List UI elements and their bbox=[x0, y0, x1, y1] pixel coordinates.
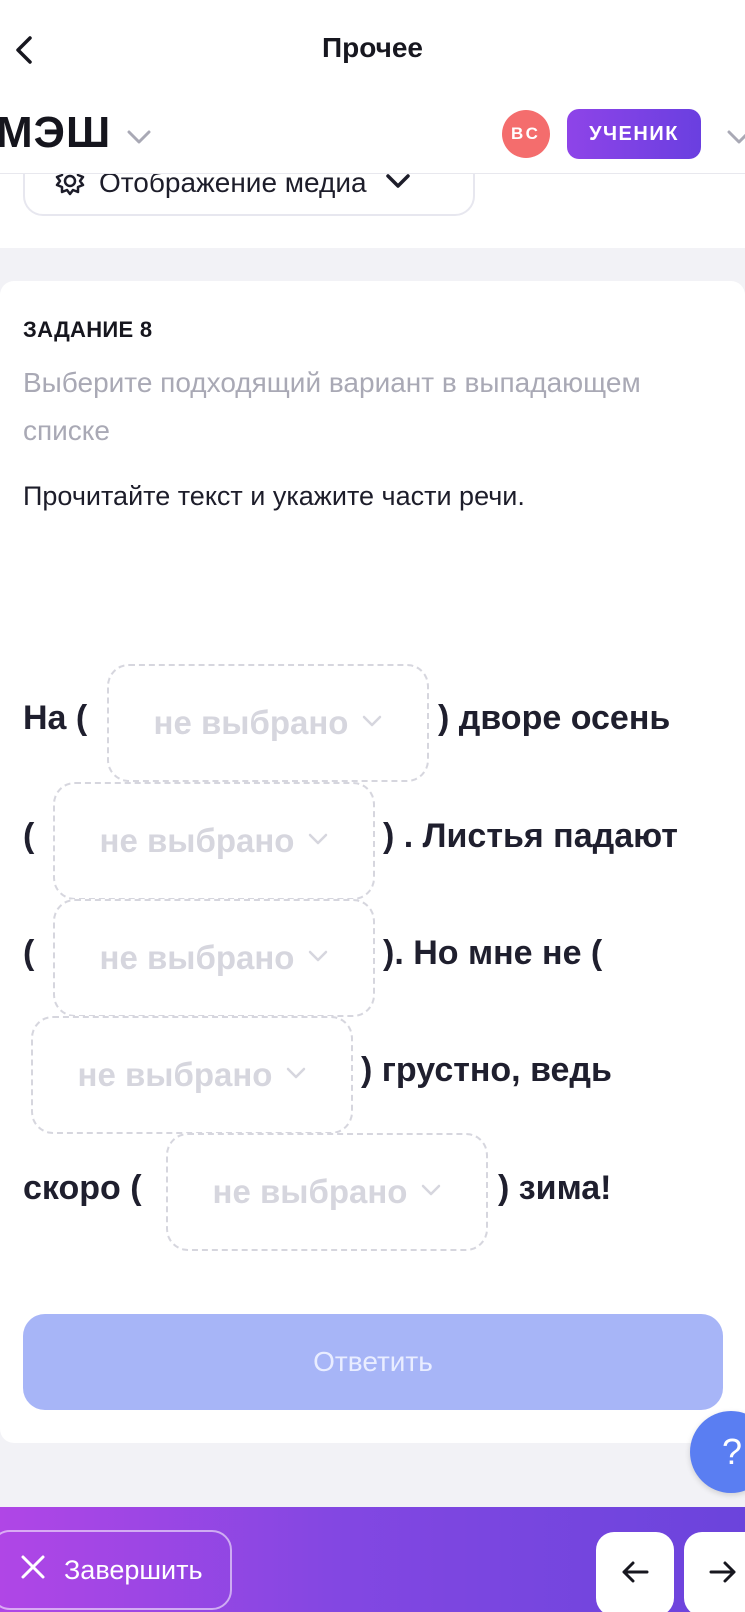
bottom-action-bar: Завершить bbox=[0, 1507, 745, 1612]
dropdown-value: не выбрано bbox=[99, 939, 295, 976]
arrow-left-icon bbox=[620, 1560, 650, 1589]
top-navigation-bar: Прочее bbox=[0, 0, 745, 100]
finish-label: Завершить bbox=[64, 1554, 203, 1585]
help-icon: ? bbox=[722, 1431, 743, 1472]
role-badge[interactable]: УЧЕНИК bbox=[567, 109, 701, 159]
task-card: ЗАДАНИЕ 8 Выберите подходящий вариант в … bbox=[0, 281, 745, 1443]
text-fragment: ) зима! bbox=[498, 1169, 612, 1207]
text-fragment: На ( bbox=[23, 699, 88, 737]
chevron-down-icon bbox=[294, 949, 328, 967]
close-icon bbox=[20, 1554, 46, 1587]
text-fragment: ) дворе осень bbox=[438, 699, 671, 737]
app-logo[interactable]: МЭШ bbox=[0, 108, 111, 158]
text-fragment: ( bbox=[23, 817, 35, 855]
previous-task-button[interactable] bbox=[596, 1532, 674, 1612]
part-of-speech-dropdown[interactable]: не выбрано bbox=[53, 782, 375, 900]
dropdown-value: не выбрано bbox=[77, 1056, 273, 1093]
part-of-speech-dropdown[interactable]: не выбрано bbox=[53, 899, 375, 1017]
arrow-right-icon bbox=[708, 1560, 738, 1589]
chevron-down-icon bbox=[272, 1066, 306, 1084]
text-fragment: ) грустно, ведь bbox=[361, 1051, 612, 1089]
next-task-button[interactable] bbox=[684, 1532, 745, 1612]
part-of-speech-dropdown[interactable]: не выбрано bbox=[31, 1016, 353, 1134]
part-of-speech-dropdown[interactable]: не выбрано bbox=[107, 664, 429, 782]
text-fragment: ). Но мне не ( bbox=[383, 934, 603, 972]
avatar[interactable]: ВС bbox=[502, 110, 550, 158]
page: Отображение медиа Прочее МЭШ ВС УЧЕНИК З… bbox=[0, 0, 745, 1612]
app-header: МЭШ ВС УЧЕНИК bbox=[0, 100, 745, 174]
chevron-down-icon bbox=[407, 1183, 441, 1201]
chevron-down-icon[interactable] bbox=[724, 122, 745, 152]
dropdown-value: не выбрано bbox=[153, 704, 349, 741]
answer-button[interactable]: Ответить bbox=[23, 1314, 723, 1410]
dropdown-value: не выбрано bbox=[212, 1173, 408, 1210]
task-instruction: Прочитайте текст и укажите части речи. bbox=[23, 481, 525, 511]
chevron-down-icon bbox=[294, 832, 328, 850]
text-fragment: ) . Листья падают bbox=[383, 817, 678, 855]
chevron-down-icon bbox=[348, 714, 382, 732]
text-fragment: скоро ( bbox=[23, 1169, 142, 1207]
part-of-speech-dropdown[interactable]: не выбрано bbox=[166, 1133, 488, 1251]
text-fragment: ( bbox=[23, 934, 35, 972]
chevron-down-icon bbox=[385, 173, 411, 194]
dropdown-value: не выбрано bbox=[99, 822, 295, 859]
task-number: ЗАДАНИЕ 8 bbox=[23, 317, 153, 342]
finish-button[interactable]: Завершить bbox=[0, 1530, 232, 1610]
chevron-down-icon[interactable] bbox=[124, 122, 154, 152]
task-hint: Выберите подходящий вариант в выпадающем… bbox=[23, 367, 641, 446]
page-title: Прочее bbox=[321, 32, 424, 63]
